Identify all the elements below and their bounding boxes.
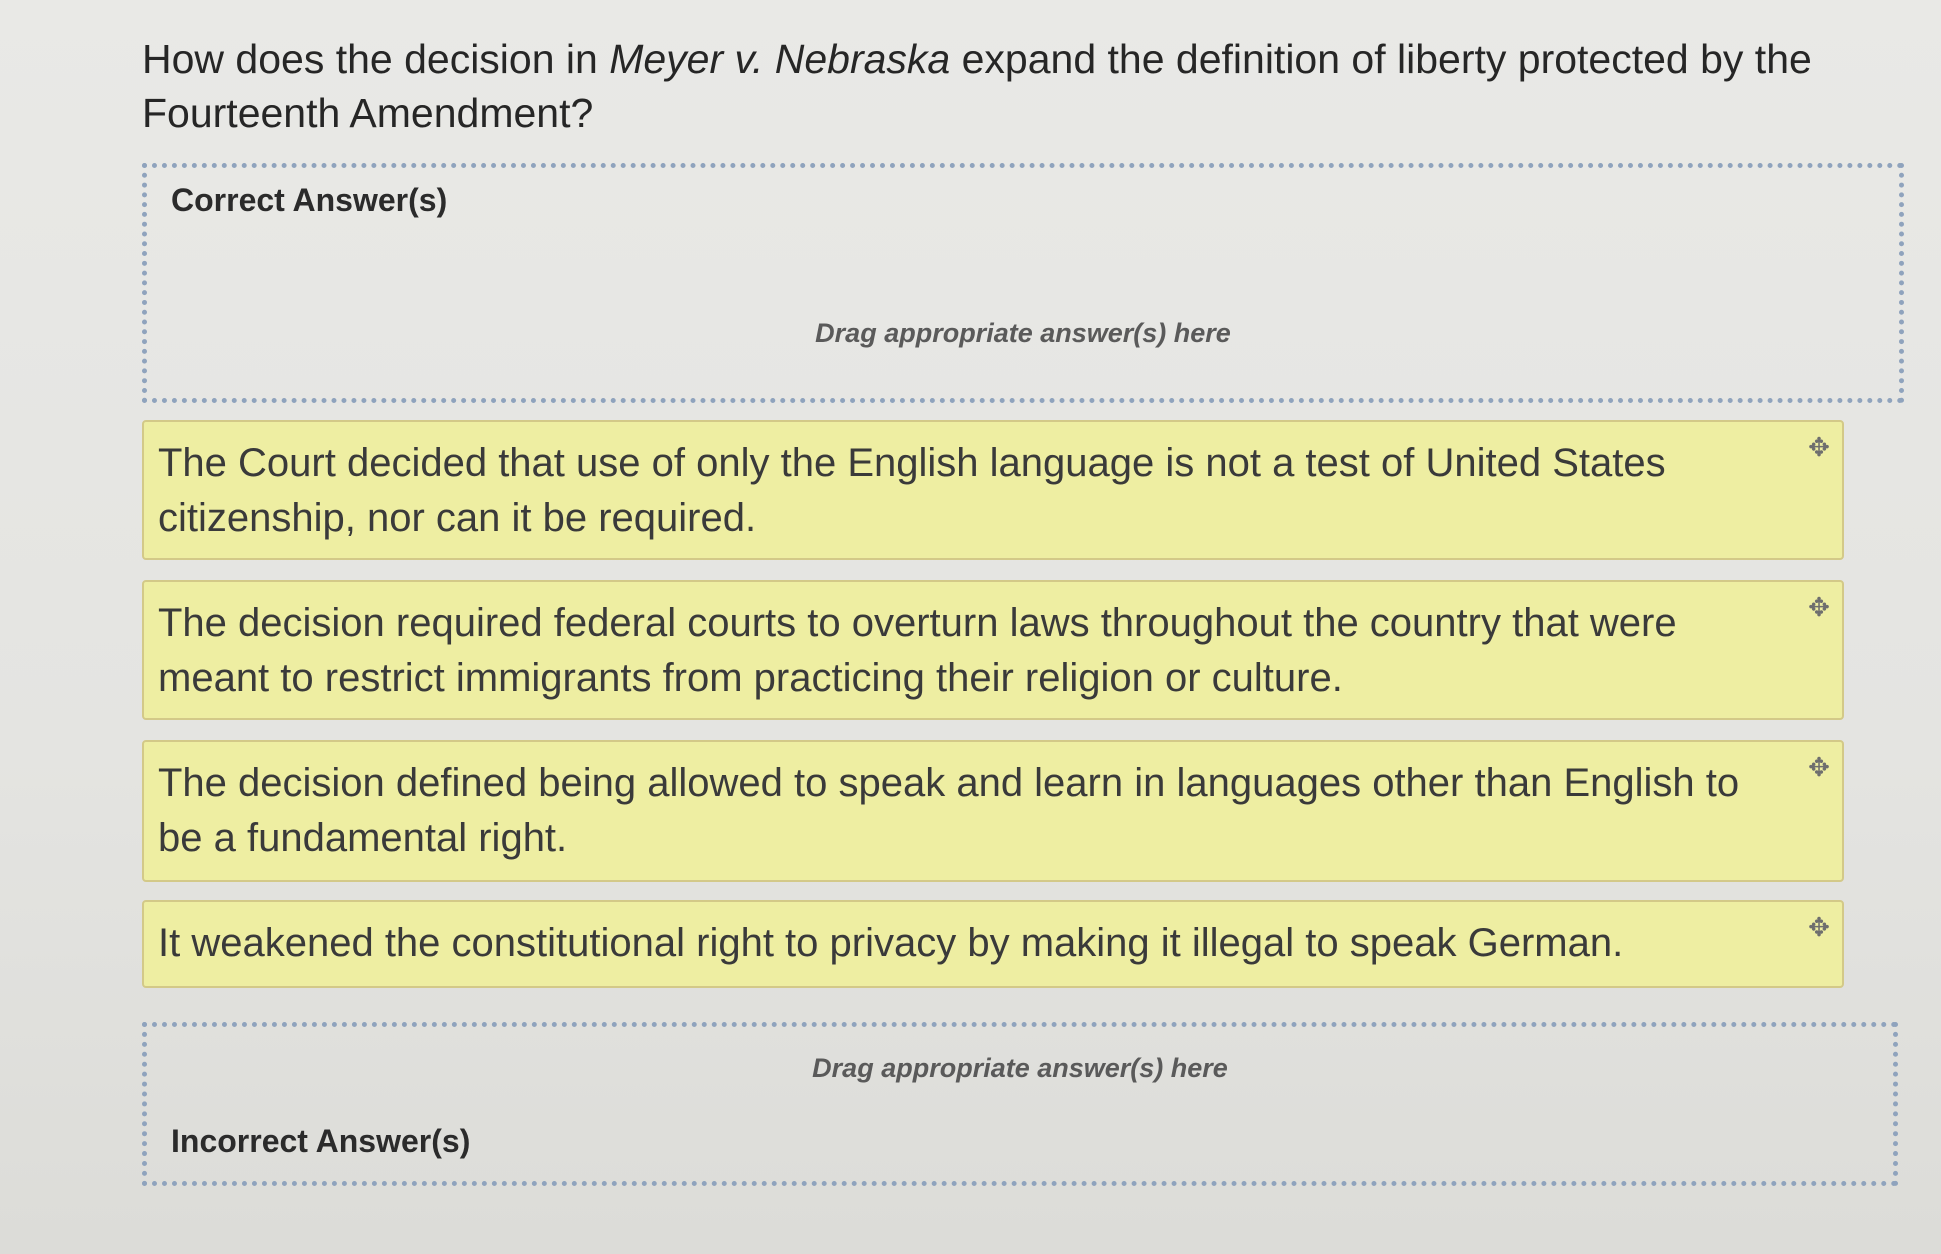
correct-answers-dropzone[interactable]: Correct Answer(s) Drag appropriate answe… [142,163,1904,403]
incorrect-dropzone-hint: Drag appropriate answer(s) here [812,1053,1228,1083]
answer-option-text: It weakened the constitutional right to … [158,921,1624,965]
incorrect-answers-label: Incorrect Answer(s) [171,1123,471,1159]
question-text: How does the decision in Meyer v. Nebras… [142,32,1842,140]
incorrect-answers-dropzone[interactable]: Drag appropriate answer(s) here Incorrec… [142,1022,1898,1186]
answer-option-text: The decision required federal courts to … [158,601,1677,700]
move-icon[interactable]: ✥ [1806,434,1832,460]
answer-option-3[interactable]: The decision defined being allowed to sp… [142,740,1844,882]
move-icon[interactable]: ✥ [1806,754,1832,780]
move-icon[interactable]: ✥ [1806,594,1832,620]
question-prefix: How does the decision in [142,36,610,82]
correct-answers-label: Correct Answer(s) [171,182,448,218]
answer-option-2[interactable]: The decision required federal courts to … [142,580,1844,720]
answer-option-text: The decision defined being allowed to sp… [158,761,1740,860]
move-icon[interactable]: ✥ [1806,914,1832,940]
question-case-name: Meyer v. Nebraska [609,36,951,82]
answer-option-text: The Court decided that use of only the E… [158,441,1666,540]
correct-dropzone-hint: Drag appropriate answer(s) here [815,318,1231,348]
answer-option-1[interactable]: The Court decided that use of only the E… [142,420,1844,560]
answer-option-4[interactable]: It weakened the constitutional right to … [142,900,1844,988]
